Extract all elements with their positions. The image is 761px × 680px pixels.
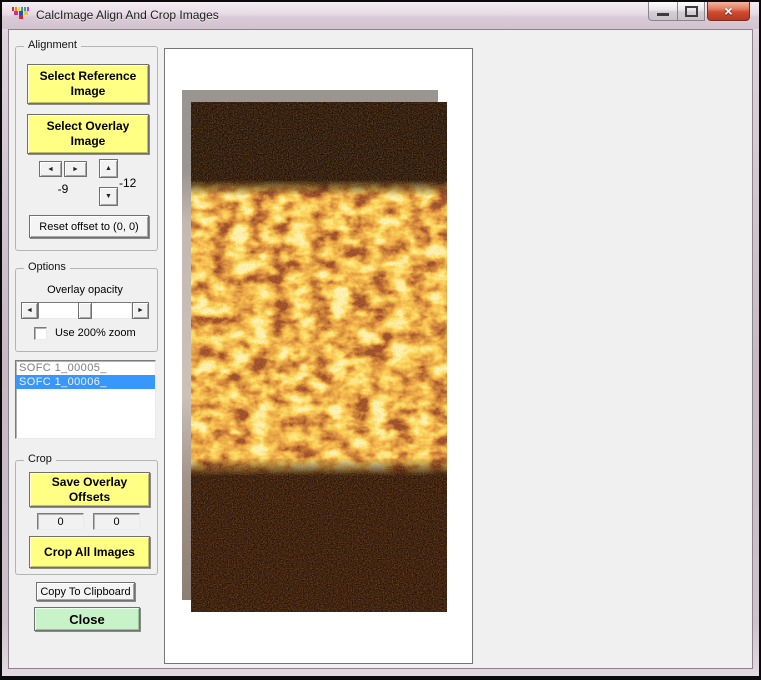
select-reference-image-button[interactable]: Select Reference Image: [27, 64, 149, 104]
use-200-zoom-checkbox[interactable]: [34, 327, 47, 340]
y-offset-value: -12: [119, 176, 137, 190]
overlay-image: [191, 102, 447, 612]
crop-all-images-button[interactable]: Crop All Images: [29, 536, 150, 568]
arrow-right-icon: ►: [72, 165, 79, 173]
crop-group-label: Crop: [24, 453, 56, 465]
arrow-right-icon: ►: [137, 307, 144, 314]
opacity-scrollbar[interactable]: ◄ ►: [21, 302, 149, 319]
crop-offset-y-field[interactable]: 0: [93, 513, 140, 530]
image-file-listbox[interactable]: SOFC 1_00005_ SOFC 1_00006_: [15, 360, 156, 439]
arrow-down-icon: ▼: [105, 193, 112, 200]
arrow-left-icon: ◄: [26, 307, 33, 314]
arrow-left-icon: ◄: [47, 165, 54, 173]
minimize-button[interactable]: [648, 2, 677, 21]
title-bar[interactable]: CalcImage Align And Crop Images ×: [2, 2, 759, 29]
copy-to-clipboard-button[interactable]: Copy To Clipboard: [36, 582, 135, 601]
maximize-icon: [684, 5, 698, 17]
save-overlay-offsets-button[interactable]: Save Overlay Offsets: [29, 472, 150, 507]
offset-left-button[interactable]: ◄: [39, 161, 62, 177]
app-icon: [12, 7, 30, 24]
offset-down-button[interactable]: ▼: [99, 187, 118, 206]
select-overlay-image-button[interactable]: Select Overlay Image: [27, 114, 149, 154]
use-200-zoom-label: Use 200% zoom: [55, 327, 136, 339]
opacity-scrollbar-thumb[interactable]: [78, 302, 92, 319]
opacity-increase-button[interactable]: ►: [132, 302, 149, 319]
close-button[interactable]: Close: [34, 607, 140, 631]
close-window-button[interactable]: ×: [707, 2, 750, 21]
maximize-button[interactable]: [677, 2, 705, 21]
opacity-decrease-button[interactable]: ◄: [21, 302, 38, 319]
client-area: Alignment Select Reference Image Select …: [8, 29, 753, 669]
app-window: CalcImage Align And Crop Images × Alignm…: [0, 0, 761, 680]
reset-offset-button[interactable]: Reset offset to (0, 0): [29, 215, 149, 238]
close-icon: ×: [724, 3, 733, 19]
options-group-label: Options: [24, 261, 70, 273]
window-title: CalcImage Align And Crop Images: [36, 8, 219, 22]
minimize-icon: [657, 13, 669, 16]
offset-up-button[interactable]: ▲: [99, 159, 118, 178]
arrow-up-icon: ▲: [105, 165, 112, 172]
x-offset-value: -9: [57, 182, 69, 196]
alignment-group-label: Alignment: [24, 39, 81, 51]
image-viewer-canvas: [164, 48, 473, 664]
offset-right-button[interactable]: ►: [64, 161, 87, 177]
list-item[interactable]: SOFC 1_00005_: [16, 361, 155, 375]
list-item-selected[interactable]: SOFC 1_00006_: [16, 375, 155, 389]
overlay-opacity-label: Overlay opacity: [47, 284, 123, 296]
overlay-image-texture: [191, 102, 447, 612]
crop-offset-x-field[interactable]: 0: [37, 513, 84, 530]
